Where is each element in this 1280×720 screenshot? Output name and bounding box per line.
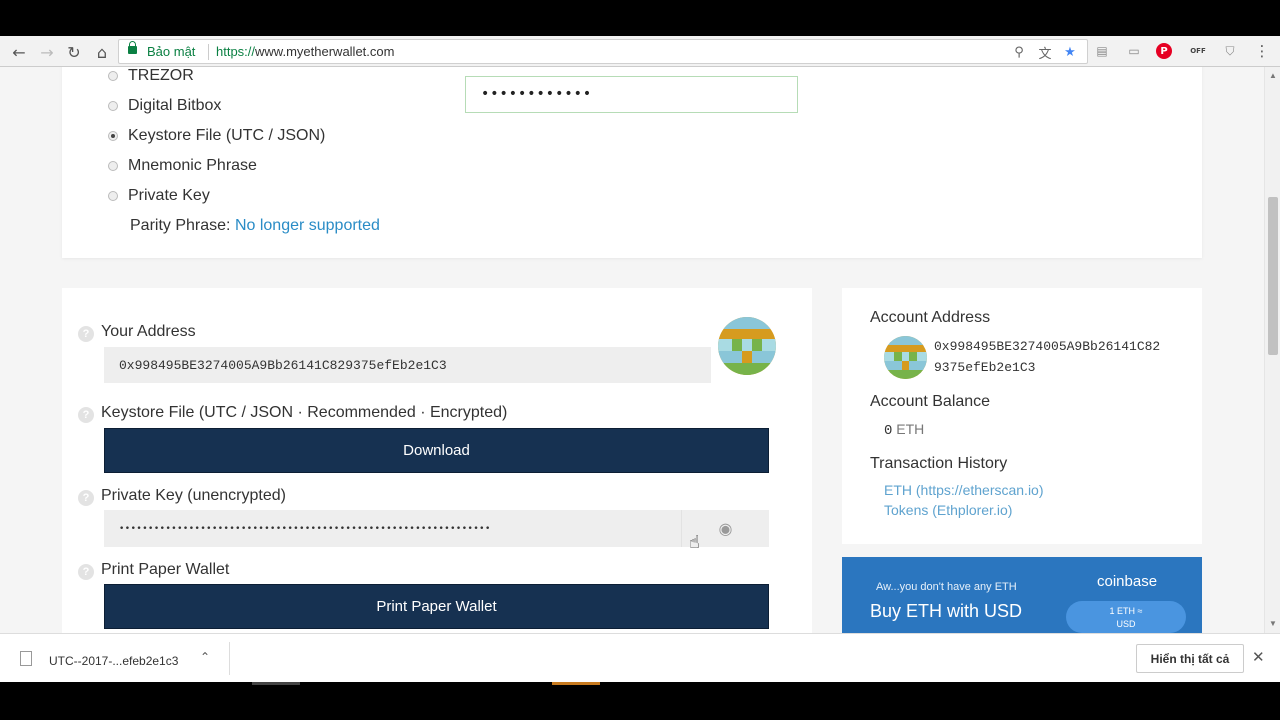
home-icon[interactable]: ⌂ bbox=[91, 41, 113, 63]
close-icon[interactable]: ✕ bbox=[1252, 648, 1265, 666]
taskbar-strip bbox=[0, 682, 1280, 720]
help-icon[interactable]: ? bbox=[78, 564, 94, 580]
your-address-label: Your Address bbox=[101, 323, 196, 340]
address-bar[interactable]: Bảo mật https://www.myetherwallet.com ⚲ … bbox=[118, 39, 1088, 64]
coinbase-logo: coinbase bbox=[1097, 573, 1158, 590]
hand-cursor-icon: ☝ bbox=[689, 532, 700, 553]
show-all-downloads-button[interactable]: Hiển thị tất cả bbox=[1136, 644, 1244, 673]
coinbase-price-pill[interactable]: 1 ETH ≈ USD bbox=[1066, 601, 1186, 633]
reload-icon[interactable]: ↻ bbox=[63, 41, 85, 63]
coinbase-title: Buy ETH with USD bbox=[870, 601, 1023, 621]
option-label: Keystore File (UTC / JSON) bbox=[128, 127, 326, 144]
shield-icon[interactable]: ⛉ bbox=[1220, 41, 1240, 61]
option-digital-bitbox[interactable]: Digital Bitbox bbox=[108, 97, 221, 115]
access-wallet-card: TREZOR Digital Bitbox Keystore File (UTC… bbox=[62, 67, 1202, 258]
private-key-field[interactable]: ••••••••••••••••••••••••••••••••••••••••… bbox=[104, 510, 681, 547]
address-identicon bbox=[718, 317, 776, 375]
ethplorer-link[interactable]: Tokens (Ethplorer.io) bbox=[884, 502, 1012, 518]
option-label: Private Key bbox=[128, 187, 210, 204]
account-address-value: 0x998495BE3274005A9Bb26141C82 9375efEb2e… bbox=[934, 339, 1161, 375]
account-balance-title: Account Balance bbox=[870, 393, 991, 410]
off-extension-icon[interactable]: OFF bbox=[1188, 41, 1208, 61]
window-titlebar bbox=[0, 0, 1280, 36]
keystore-password-input[interactable]: •••••••••••• bbox=[465, 76, 798, 113]
taskbar-marker bbox=[252, 682, 300, 685]
eye-icon: ◉ bbox=[718, 519, 733, 538]
parity-unsupported-link[interactable]: No longer supported bbox=[235, 217, 380, 234]
transaction-history-title: Transaction History bbox=[870, 455, 1008, 472]
download-file-name[interactable]: UTC--2017-...efeb2e1c3 bbox=[49, 654, 178, 668]
radio-icon[interactable] bbox=[108, 101, 118, 111]
taskbar-marker bbox=[552, 682, 600, 685]
option-label: TREZOR bbox=[128, 67, 194, 84]
help-icon[interactable]: ? bbox=[78, 407, 94, 423]
print-paper-wallet-label: Print Paper Wallet bbox=[101, 561, 230, 578]
option-private-key[interactable]: Private Key bbox=[108, 187, 210, 205]
extension-icon[interactable]: ▭ bbox=[1124, 41, 1144, 61]
downloads-bar: UTC--2017-...efeb2e1c3 ⌃ Hiển thị tất cả… bbox=[0, 633, 1280, 682]
print-paper-wallet-button[interactable]: Print Paper Wallet bbox=[104, 584, 769, 629]
url-text[interactable]: https://www.myetherwallet.com bbox=[216, 44, 394, 59]
option-keystore-file[interactable]: Keystore File (UTC / JSON) bbox=[108, 127, 325, 145]
help-icon[interactable]: ? bbox=[78, 490, 94, 506]
option-mnemonic-phrase[interactable]: Mnemonic Phrase bbox=[108, 157, 257, 175]
option-label: Mnemonic Phrase bbox=[128, 157, 257, 174]
your-address-field[interactable]: 0x998495BE3274005A9Bb26141C829375efEb2e1… bbox=[104, 347, 711, 383]
forward-icon[interactable]: → bbox=[36, 41, 58, 63]
page-viewport: TREZOR Digital Bitbox Keystore File (UTC… bbox=[0, 67, 1264, 633]
parity-phrase-row: Parity Phrase: No longer supported bbox=[130, 217, 380, 235]
scroll-thumb[interactable] bbox=[1268, 197, 1278, 355]
coinbase-subtitle: Aw...you don't have any ETH bbox=[876, 581, 1017, 593]
bookmark-star-icon[interactable]: ★ bbox=[1061, 43, 1079, 61]
omnibox-divider bbox=[208, 44, 209, 60]
private-key-label: Private Key (unencrypted) bbox=[101, 487, 286, 504]
extension-icon[interactable]: ▤ bbox=[1092, 41, 1112, 61]
help-icon[interactable]: ? bbox=[78, 326, 94, 342]
chevron-up-icon[interactable]: ⌃ bbox=[200, 650, 210, 664]
menu-icon[interactable]: ⋮ bbox=[1252, 41, 1272, 61]
account-balance-value: 0 ETH bbox=[884, 421, 925, 439]
option-trezor[interactable]: TREZOR bbox=[108, 67, 194, 85]
pinterest-icon[interactable]: P bbox=[1156, 43, 1172, 59]
option-label: Digital Bitbox bbox=[128, 97, 222, 114]
radio-icon[interactable] bbox=[108, 191, 118, 201]
account-address-title: Account Address bbox=[870, 309, 991, 326]
browser-toolbar: ← → ↻ ⌂ Bảo mật https://www.myetherwalle… bbox=[0, 36, 1280, 67]
scroll-down-icon[interactable]: ▼ bbox=[1269, 619, 1277, 628]
secure-label: Bảo mật bbox=[147, 44, 196, 59]
radio-checked-icon[interactable] bbox=[108, 131, 118, 141]
divider bbox=[229, 642, 230, 675]
lock-icon bbox=[128, 41, 137, 54]
radio-icon[interactable] bbox=[108, 161, 118, 171]
account-identicon bbox=[884, 336, 927, 379]
scroll-up-icon[interactable]: ▲ bbox=[1269, 71, 1277, 80]
coinbase-banner[interactable]: Aw...you don't have any ETH Buy ETH with… bbox=[842, 557, 1202, 633]
parity-label: Parity Phrase: bbox=[130, 217, 231, 234]
translate-icon[interactable]: 文 bbox=[1036, 43, 1054, 62]
account-sidebar: Account Address 0x998495BE3274005A9Bb261… bbox=[842, 288, 1202, 544]
download-keystore-button[interactable]: Download bbox=[104, 428, 769, 473]
back-icon[interactable]: ← bbox=[8, 41, 30, 63]
etherscan-link[interactable]: ETH (https://etherscan.io) bbox=[884, 482, 1044, 498]
zoom-icon[interactable]: ⚲ bbox=[1010, 43, 1028, 61]
radio-icon[interactable] bbox=[108, 71, 118, 81]
wallet-info-card: ? Your Address 0x998495BE3274005A9Bb2614… bbox=[62, 288, 812, 633]
page-scrollbar[interactable]: ▲ ▼ bbox=[1264, 67, 1280, 633]
keystore-file-label: Keystore File (UTC / JSON · Recommended … bbox=[101, 404, 508, 421]
file-icon bbox=[20, 651, 32, 666]
